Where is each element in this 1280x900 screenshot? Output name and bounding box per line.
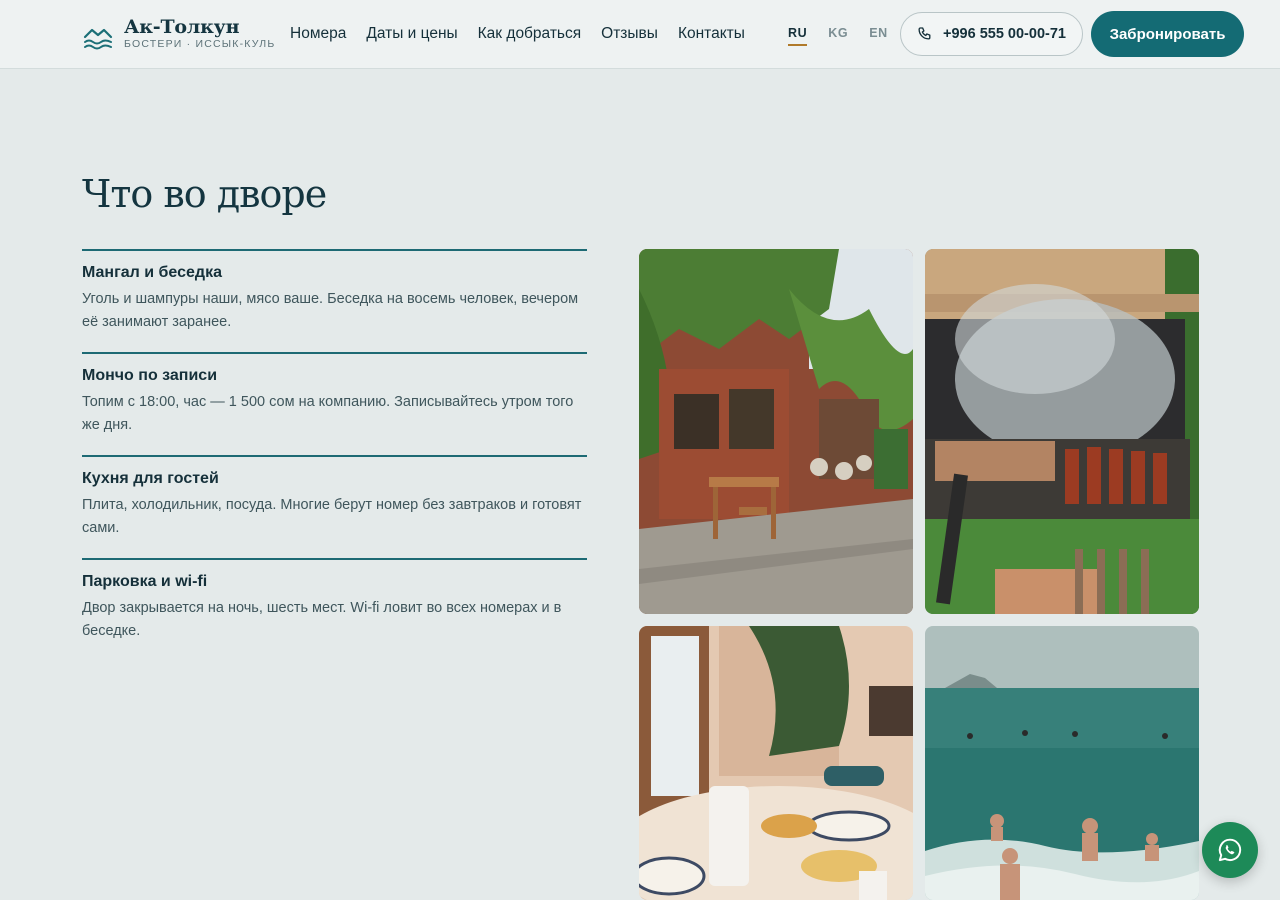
feature-title: Мончо по записи [82,367,218,384]
phone-icon [918,27,931,40]
features-list: Мангал и беседка Уголь и шампуры наши, м… [82,249,587,661]
main-nav: Номера Даты и цены Как добраться Отзывы … [290,24,765,44]
lang-ru[interactable]: RU [788,26,808,46]
feature-item: Парковка и wi-fi Двор закрывается на ноч… [82,558,587,661]
brand-subtitle: БОСТЕРИ · ИССЫК-КУЛЬ [124,38,276,50]
nav-link-dates-prices[interactable]: Даты и цены [366,24,457,44]
whatsapp-button[interactable] [1202,822,1258,878]
photo-grill[interactable] [925,249,1199,614]
phone-button[interactable]: +996 555 00-00-71 [900,12,1083,56]
feature-text: Топим с 18:00, час — 1 500 сом на компан… [82,394,574,433]
language-switcher: RU KG EN [788,26,909,46]
feature-item: Мончо по записи Топим с 18:00, час — 1 5… [82,352,587,455]
logo[interactable]: Ак-Толкун БОСТЕРИ · ИССЫК-КУЛЬ [83,16,275,52]
feature-title: Кухня для гостей [82,470,219,487]
section-title: Что во дворе [82,172,327,216]
phone-number: +996 555 00-00-71 [943,26,1066,42]
brand-name: Ак-Толкун [124,16,240,38]
photo-lake[interactable] [925,626,1199,900]
feature-title: Мангал и беседка [82,264,222,281]
nav-link-directions[interactable]: Как добраться [478,24,582,44]
photo-courtyard[interactable] [639,249,913,614]
site-header: Ак-Толкун БОСТЕРИ · ИССЫК-КУЛЬ Номера Да… [0,0,1280,69]
book-button[interactable]: Забронировать [1091,11,1244,57]
feature-item: Кухня для гостей Плита, холодильник, пос… [82,455,587,558]
lang-kg[interactable]: KG [828,26,848,46]
feature-text: Уголь и шампуры наши, мясо ваше. Беседка… [82,291,579,330]
waves-logo-icon [83,28,113,50]
feature-text: Двор закрывается на ночь, шесть мест. Wi… [82,600,562,639]
nav-link-contacts[interactable]: Контакты [678,24,745,44]
feature-item: Мангал и беседка Уголь и шампуры наши, м… [82,249,587,352]
nav-link-reviews[interactable]: Отзывы [601,24,658,44]
feature-title: Парковка и wi-fi [82,573,208,590]
lang-en[interactable]: EN [869,26,888,46]
whatsapp-icon [1218,838,1242,862]
nav-link-rooms[interactable]: Номера [290,24,346,44]
feature-text: Плита, холодильник, посуда. Многие берут… [82,497,582,536]
photo-kitchen[interactable] [639,626,913,900]
